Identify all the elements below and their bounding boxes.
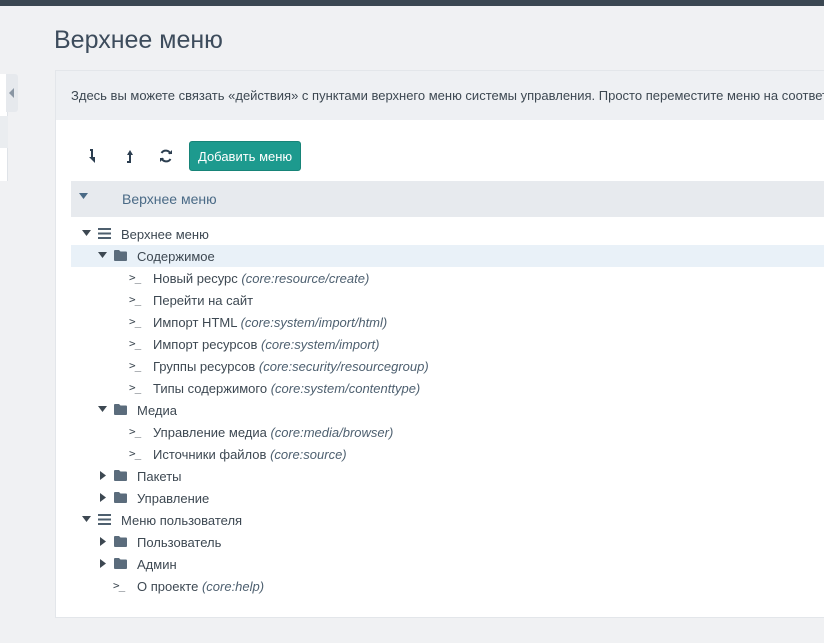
- caret-left-icon: [9, 88, 14, 98]
- tree-node-label: Управление медиа (core:media/browser): [153, 425, 394, 440]
- caret-down-icon: [98, 252, 107, 258]
- folder-icon: [114, 250, 127, 261]
- caret-right-icon: [100, 537, 106, 546]
- terminal-icon: >_: [129, 271, 141, 284]
- tree-node-label: Верхнее меню: [121, 227, 209, 242]
- menu-bars-icon: [98, 228, 111, 239]
- tree-node-label: Импорт ресурсов (core:system/import): [153, 337, 380, 352]
- tree-node-content-types[interactable]: >_ Типы содержимого (core:system/content…: [71, 377, 824, 399]
- caret-right-icon: [100, 493, 106, 502]
- info-description: Здесь вы можете связать «действия» с пун…: [56, 71, 824, 120]
- terminal-icon: >_: [129, 359, 141, 372]
- tree-node-admin[interactable]: Админ: [71, 553, 824, 575]
- refresh-button[interactable]: [150, 141, 182, 171]
- tree-node-new-resource[interactable]: >_ Новый ресурс (core:resource/create): [71, 267, 824, 289]
- terminal-icon: >_: [129, 315, 141, 328]
- tree-node-label: О проекте (core:help): [137, 579, 265, 594]
- tree-node-import-resources[interactable]: >_ Импорт ресурсов (core:system/import): [71, 333, 824, 355]
- tree-node-top-menu[interactable]: Верхнее меню: [71, 223, 824, 245]
- caret-right-icon: [100, 471, 106, 480]
- caret-down-icon: [98, 406, 107, 412]
- left-sidebar-selected-item[interactable]: [0, 116, 8, 148]
- folder-icon: [114, 536, 127, 547]
- folder-icon: [114, 470, 127, 481]
- tree-node-label: Управление: [137, 491, 210, 506]
- tree-node-label: Меню пользователя: [121, 513, 243, 528]
- terminal-icon: >_: [129, 425, 141, 438]
- tree-header[interactable]: Верхнее меню: [71, 181, 824, 217]
- tree-node-import-html[interactable]: >_ Импорт HTML (core:system/import/html): [71, 311, 824, 333]
- expand-all-button[interactable]: [78, 141, 110, 171]
- tree-node-media[interactable]: Медиа: [71, 399, 824, 421]
- tree-node-admin-section[interactable]: Управление: [71, 487, 824, 509]
- collapse-all-button[interactable]: [114, 141, 146, 171]
- tree-node-label: Содержимое: [137, 249, 215, 264]
- terminal-icon: >_: [129, 293, 141, 306]
- caret-down-icon: [82, 516, 91, 522]
- tree-node-packages[interactable]: Пакеты: [71, 465, 824, 487]
- tree-node-about[interactable]: >_ О проекте (core:help): [71, 575, 824, 597]
- tree-toolbar: Добавить меню: [78, 141, 302, 171]
- tree-node-label: Импорт HTML (core:system/import/html): [153, 315, 388, 330]
- folder-icon: [114, 404, 127, 415]
- folder-icon: [114, 492, 127, 503]
- top-bar: [0, 0, 824, 6]
- tree-node-label: Группы ресурсов (core:security/resourceg…: [153, 359, 429, 374]
- tree-node-media-browser[interactable]: >_ Управление медиа (core:media/browser): [71, 421, 824, 443]
- caret-down-icon: [79, 193, 88, 199]
- menu-tree: Верхнее меню Содержимое >_ Новый ресурс …: [71, 223, 824, 597]
- tree-node-label: Медиа: [137, 403, 177, 418]
- refresh-icon: [160, 149, 172, 163]
- terminal-icon: >_: [129, 447, 141, 460]
- terminal-icon: >_: [129, 337, 141, 350]
- menu-bars-icon: [98, 514, 111, 525]
- tree-node-content[interactable]: Содержимое: [71, 245, 824, 267]
- expand-all-icon: [89, 149, 95, 163]
- caret-right-icon: [100, 559, 106, 568]
- tree-node-resource-groups[interactable]: >_ Группы ресурсов (core:security/resour…: [71, 355, 824, 377]
- tree-node-user[interactable]: Пользователь: [71, 531, 824, 553]
- tree-node-label: Источники файлов (core:source): [153, 447, 347, 462]
- collapse-all-icon: [127, 150, 133, 163]
- terminal-icon: >_: [129, 381, 141, 394]
- tree-node-file-sources[interactable]: >_ Источники файлов (core:source): [71, 443, 824, 465]
- tree-node-label: Типы содержимого (core:system/contenttyp…: [153, 381, 421, 396]
- tree-node-user-menu[interactable]: Меню пользователя: [71, 509, 824, 531]
- tree-node-label: Пользователь: [137, 535, 222, 550]
- sidebar-collapse-toggle[interactable]: [6, 74, 18, 112]
- add-menu-button[interactable]: Добавить меню: [189, 141, 302, 171]
- tree-header-label: Верхнее меню: [122, 191, 217, 207]
- page-title: Верхнее меню: [54, 26, 223, 54]
- tree-node-label: Админ: [137, 557, 177, 572]
- caret-down-icon: [82, 230, 91, 236]
- tree-node-label: Пакеты: [137, 469, 182, 484]
- terminal-icon: >_: [113, 579, 125, 592]
- tree-node-label: Перейти на сайт: [153, 293, 254, 308]
- main-panel: Здесь вы можете связать «действия» с пун…: [55, 70, 824, 618]
- tree-node-goto-site[interactable]: >_ Перейти на сайт: [71, 289, 824, 311]
- folder-icon: [114, 558, 127, 569]
- tree-node-label: Новый ресурс (core:resource/create): [153, 271, 370, 286]
